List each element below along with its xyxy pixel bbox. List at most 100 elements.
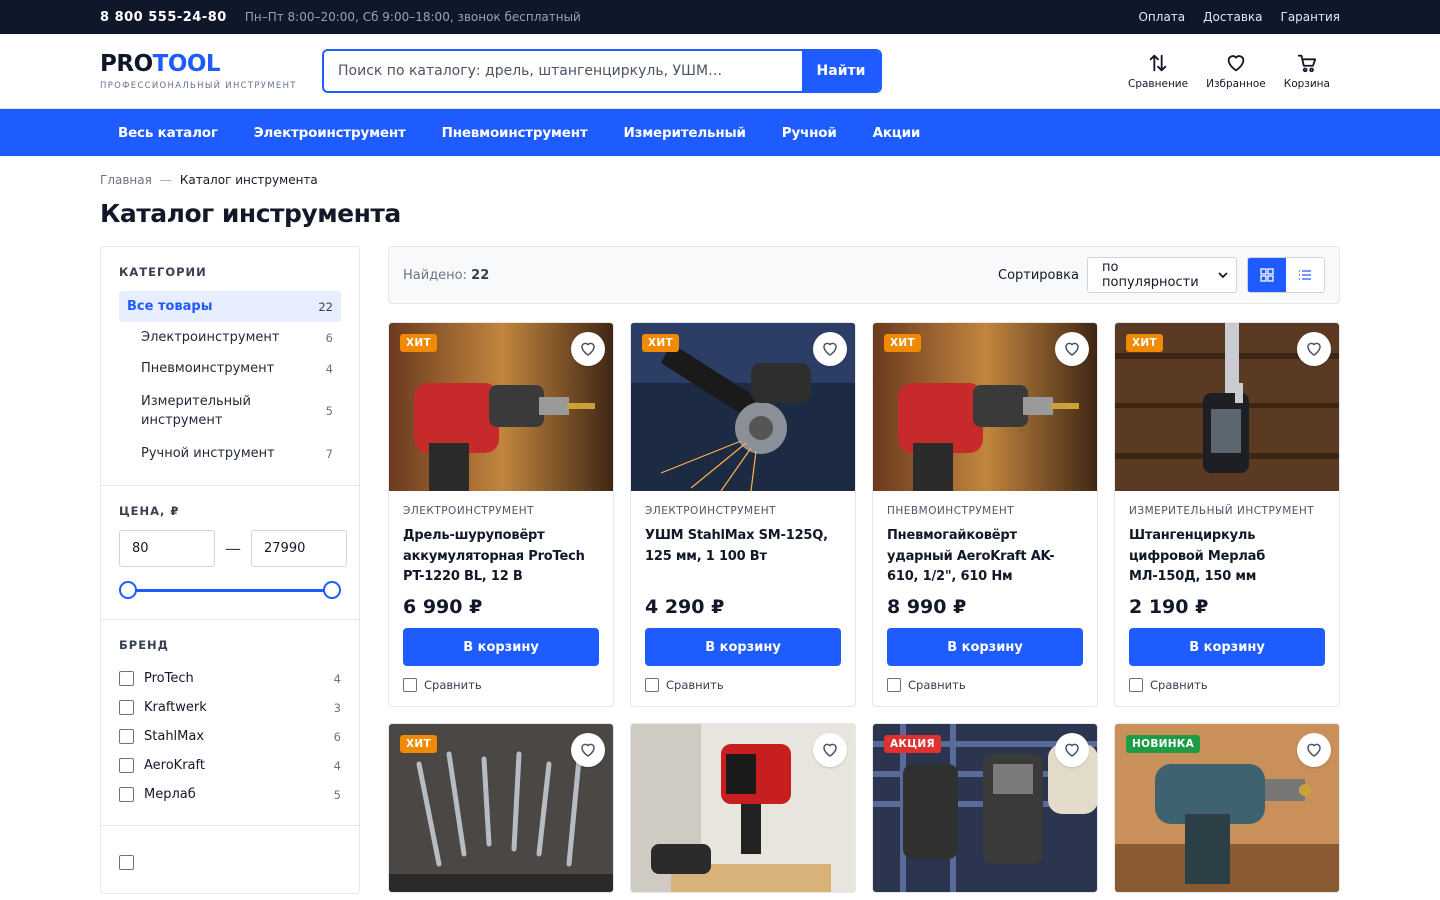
checkbox[interactable]: [887, 678, 901, 692]
checkbox[interactable]: [119, 787, 134, 802]
product-card[interactable]: ХИТ ЭЛЕКТРОИНСТРУМЕНТ Дрель-шуруповёрт акк…: [388, 322, 614, 707]
brand-item-protech[interactable]: ProTech 4: [119, 664, 341, 693]
favorite-button[interactable]: [813, 733, 847, 767]
compare-checkbox[interactable]: Сравнить: [887, 678, 1083, 692]
favorite-button[interactable]: [1055, 332, 1089, 366]
product-title[interactable]: Дрель-шуруповёрт аккумуляторная ProTech …: [403, 526, 599, 588]
checkbox[interactable]: [1129, 678, 1143, 692]
extra-filter-item[interactable]: [119, 848, 341, 877]
product-badge: ХИТ: [642, 334, 679, 352]
product-title[interactable]: УШМ StahlMax SM-125Q, 125 мм, 1 100 Вт: [645, 526, 841, 588]
category-item-all[interactable]: Все товары 22: [119, 291, 341, 322]
main-nav: Весь каталог Электроинструмент Пневмоинс…: [0, 109, 1440, 156]
product-image[interactable]: НОВИНКА: [1115, 724, 1339, 892]
product-card[interactable]: [630, 723, 856, 893]
category-item-measuring[interactable]: Измерительный инструмент 5: [119, 384, 341, 438]
checkbox[interactable]: [645, 678, 659, 692]
nav-item-measuring[interactable]: Измерительный: [623, 125, 745, 141]
checkbox[interactable]: [119, 758, 134, 773]
nav-item-sales[interactable]: Акции: [873, 125, 921, 141]
nav-item-all[interactable]: Весь каталог: [118, 125, 218, 141]
view-toggle: [1247, 257, 1325, 293]
price-range-min-handle[interactable]: [119, 581, 137, 599]
compare-label: Сравнить: [1150, 678, 1208, 692]
price-max-input[interactable]: [251, 530, 347, 567]
phone-number[interactable]: 8 800 555-24-80: [100, 10, 227, 25]
compare-checkbox[interactable]: Сравнить: [645, 678, 841, 692]
add-to-cart-button[interactable]: В корзину: [403, 628, 599, 666]
grid-icon: [1260, 268, 1274, 282]
checkbox[interactable]: [119, 671, 134, 686]
site-header: PROTOOL ПРОФЕССИОНАЛЬНЫЙ ИНСТРУМЕНТ Найт…: [0, 34, 1440, 109]
category-count: 4: [325, 361, 333, 376]
product-card[interactable]: ХИТ: [388, 723, 614, 893]
compare-checkbox[interactable]: Сравнить: [1129, 678, 1325, 692]
favorite-button[interactable]: [571, 332, 605, 366]
heart-icon: [823, 342, 837, 356]
product-card[interactable]: ХИТ ЭЛЕКТРОИНСТРУМЕНТ УШМ StahlMax SM-125Q…: [630, 322, 856, 707]
add-to-cart-button[interactable]: В корзину: [645, 628, 841, 666]
compare-link[interactable]: Сравнение: [1128, 52, 1188, 90]
nav-item-power-tools[interactable]: Электроинструмент: [254, 125, 406, 141]
categories-title: КАТЕГОРИИ: [119, 265, 207, 279]
favorite-button[interactable]: [1055, 733, 1089, 767]
sort-select[interactable]: по популярности: [1087, 257, 1237, 293]
product-card[interactable]: НОВИНКА: [1114, 723, 1340, 893]
product-badge: АКЦИЯ: [884, 735, 941, 753]
product-card[interactable]: АКЦИЯ: [872, 723, 1098, 893]
logo[interactable]: PROTOOL ПРОФЕССИОНАЛЬНЫЙ ИНСТРУМЕНТ: [100, 52, 322, 91]
product-card[interactable]: ХИТ ПНЕВМОИНСТРУМЕНТ Пневмогайковёрт ударн…: [872, 322, 1098, 707]
favorite-button[interactable]: [813, 332, 847, 366]
price-range-max-handle[interactable]: [323, 581, 341, 599]
brand-item-merlab[interactable]: Мерлаб 5: [119, 780, 341, 809]
grid-view-button[interactable]: [1248, 258, 1286, 292]
checkbox[interactable]: [119, 729, 134, 744]
brand-item-kraftwerk[interactable]: Kraftwerk 3: [119, 693, 341, 722]
breadcrumb-home[interactable]: Главная: [100, 173, 152, 187]
brand-count: 4: [333, 671, 341, 686]
favorite-button[interactable]: [1297, 733, 1331, 767]
checkbox[interactable]: [119, 855, 134, 870]
add-to-cart-button[interactable]: В корзину: [887, 628, 1083, 666]
compare-checkbox[interactable]: Сравнить: [403, 678, 599, 692]
cart-link[interactable]: Корзина: [1284, 52, 1330, 90]
category-count: 6: [325, 330, 333, 345]
link-delivery[interactable]: Доставка: [1203, 10, 1262, 24]
product-grid: ХИТ ЭЛЕКТРОИНСТРУМЕНТ Дрель-шуруповёрт акк…: [388, 322, 1340, 893]
favorite-button[interactable]: [571, 733, 605, 767]
favorite-button[interactable]: [1297, 332, 1331, 366]
category-item-pneumatic[interactable]: Пневмоинструмент 4: [119, 353, 341, 384]
product-title[interactable]: Штангенциркуль цифровой Мерлаб МЛ-150Д, …: [1129, 526, 1325, 588]
nav-item-hand[interactable]: Ручной: [782, 125, 837, 141]
price-min-input[interactable]: [119, 530, 215, 567]
product-image[interactable]: ХИТ: [389, 724, 613, 892]
product-image[interactable]: ХИТ: [1115, 323, 1339, 491]
found-count: 22: [471, 267, 490, 283]
brand-label: Kraftwerk: [144, 700, 207, 715]
product-image[interactable]: ХИТ: [389, 323, 613, 491]
link-payment[interactable]: Оплата: [1138, 10, 1185, 24]
product-image[interactable]: ХИТ: [631, 323, 855, 491]
favorites-link[interactable]: Избранное: [1206, 52, 1266, 90]
category-item-hand[interactable]: Ручной инструмент 7: [119, 438, 341, 469]
brand-item-aerokraft[interactable]: AeroKraft 4: [119, 751, 341, 780]
product-image[interactable]: ХИТ: [873, 323, 1097, 491]
link-warranty[interactable]: Гарантия: [1281, 10, 1341, 24]
product-image[interactable]: [631, 724, 855, 892]
product-title[interactable]: Пневмогайковёрт ударный AeroKraft AK-610…: [887, 526, 1083, 588]
brand-item-stahlmax[interactable]: StahlMax 6: [119, 722, 341, 751]
heart-icon: [823, 743, 837, 757]
heart-icon: [1227, 55, 1245, 72]
price-range-slider[interactable]: [119, 581, 341, 599]
checkbox[interactable]: [403, 678, 417, 692]
product-image[interactable]: АКЦИЯ: [873, 724, 1097, 892]
search-button[interactable]: Найти: [802, 51, 880, 91]
search-input[interactable]: [324, 51, 802, 91]
category-item-power[interactable]: Электроинструмент 6: [119, 322, 341, 353]
add-to-cart-button[interactable]: В корзину: [1129, 628, 1325, 666]
product-card[interactable]: ХИТ ИЗМЕРИТЕЛЬНЫЙ ИНСТРУМЕНТ Штангенциркул…: [1114, 322, 1340, 707]
nav-item-pneumatic[interactable]: Пневмоинструмент: [442, 125, 588, 141]
checkbox[interactable]: [119, 700, 134, 715]
cart-icon: [1297, 54, 1317, 73]
list-view-button[interactable]: [1286, 258, 1324, 292]
